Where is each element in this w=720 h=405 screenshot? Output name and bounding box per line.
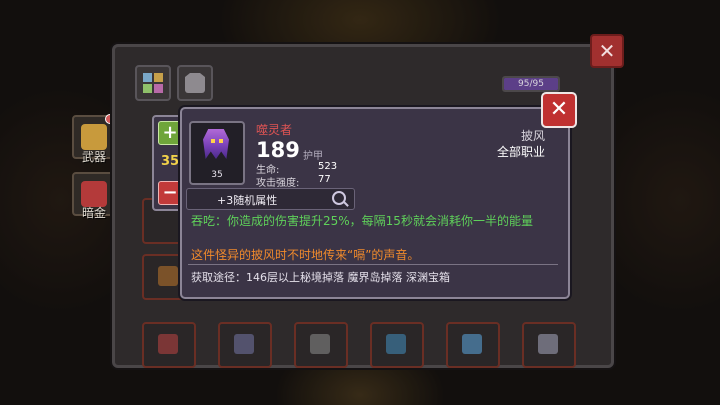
stat-attack: 攻击强度: 77 [256, 174, 331, 189]
helmet-icon [185, 73, 205, 93]
item-thumbnail [462, 334, 482, 354]
inventory-slot[interactable] [142, 322, 196, 368]
item-source: 获取途径：146层以上秘境掉落 魔界岛掉落 深渊宝箱 [191, 271, 450, 284]
item-level: 35 [211, 170, 223, 180]
item-class: 全部职业 [496, 145, 545, 159]
random-attribute-label: +3随机属性 [217, 194, 278, 207]
stat-value: 77 [318, 174, 331, 185]
armor-value: 189 [256, 138, 300, 162]
level-plus-button[interactable]: + [158, 121, 182, 145]
inventory-slot[interactable] [218, 322, 272, 368]
item-icon-frame: 35 [189, 121, 245, 185]
item-effect: 吞吃：你造成的伤害提升25%，每隔15秒就会消耗你一半的能量 [191, 214, 533, 228]
stat-value: 523 [318, 161, 338, 172]
item-type: 披风 [520, 129, 545, 143]
capacity-text: 95/95 [518, 79, 544, 89]
item-name: 噬灵者 [256, 123, 293, 137]
item-lore: 这件怪异的披风时不时地传来“嗝”的声音。 [191, 248, 420, 262]
weapon-label: 武器 [81, 150, 106, 164]
panel-close-button[interactable]: ✕ [590, 34, 624, 68]
tab-equipment[interactable] [177, 65, 213, 101]
level-minus-button[interactable]: − [158, 181, 182, 205]
armor-label: 护甲 [303, 151, 323, 162]
grid-icon [143, 73, 163, 93]
sprite-eye [219, 139, 223, 143]
item-thumbnail [234, 334, 254, 354]
capacity-bar: 95/95 [502, 76, 560, 92]
sprite-eye [211, 139, 215, 143]
dark-gold-label: 暗金 [81, 206, 106, 220]
random-attribute-button[interactable]: +3随机属性 [186, 188, 355, 210]
inventory-slot[interactable] [370, 322, 424, 368]
inventory-slot[interactable] [446, 322, 500, 368]
inventory-slot[interactable] [522, 322, 576, 368]
item-thumbnail [158, 334, 178, 354]
weapon-icon [81, 124, 107, 150]
item-thumbnail [386, 334, 406, 354]
inventory-slot[interactable] [294, 322, 348, 368]
cloak-icon [203, 129, 229, 159]
item-thumbnail [158, 266, 178, 286]
item-thumbnail [310, 334, 330, 354]
tab-all-items[interactable] [135, 65, 171, 101]
divider [188, 264, 558, 265]
magnifier-icon[interactable] [332, 191, 346, 205]
item-thumbnail [538, 334, 558, 354]
tooltip-close-button[interactable]: ✕ [541, 92, 577, 128]
